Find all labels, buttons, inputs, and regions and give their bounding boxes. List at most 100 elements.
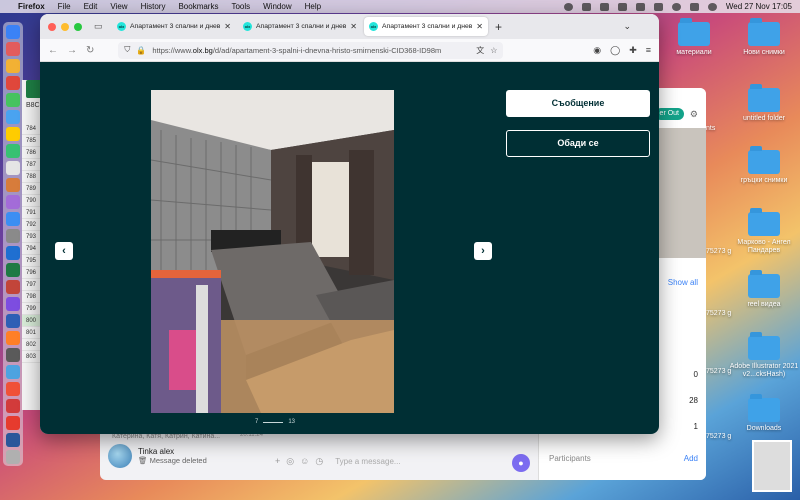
listing-photo[interactable] <box>151 90 394 413</box>
podcasts-icon[interactable] <box>6 195 20 209</box>
desktop-folder-reel-videos[interactable]: reel видеа <box>728 270 800 309</box>
menu-history[interactable]: History <box>141 2 166 11</box>
sticker-icon[interactable]: ☺ <box>300 456 309 466</box>
desktop-folder-markovo[interactable]: Марково - Ангел Пандарев <box>728 208 800 256</box>
toolbar-icons: ◉ ◯ ✚ ≡ <box>593 45 651 56</box>
messages-icon[interactable] <box>6 93 20 107</box>
menubar-clock[interactable]: Wed 27 Nov 17:05 <box>726 2 792 11</box>
browser-tab[interactable]: olx Апартамент 3 спални и днев ✕ <box>112 17 236 36</box>
menu-bookmarks[interactable]: Bookmarks <box>178 2 218 11</box>
shield-icon[interactable]: ⛉ <box>124 45 130 55</box>
tab-overview-icon[interactable]: ▭ <box>94 21 104 32</box>
acrobat-icon[interactable] <box>6 399 20 413</box>
chat-list-item[interactable]: Tinka alex 🗑 Message deleted <box>108 444 207 468</box>
word-icon[interactable] <box>6 246 20 260</box>
next-photo-button[interactable]: › <box>474 242 492 260</box>
timer-icon[interactable]: ◷ <box>315 456 323 467</box>
add-participant-link[interactable]: Add <box>684 454 698 463</box>
forward-arrow-icon[interactable]: → <box>67 45 77 56</box>
music-icon[interactable] <box>6 382 20 396</box>
bluetooth-icon[interactable] <box>617 2 627 11</box>
bookmark-star-icon[interactable]: ☆ <box>490 46 497 55</box>
chevron-down-icon[interactable]: ⌄ <box>623 21 631 32</box>
notes-icon[interactable] <box>6 178 20 192</box>
appstore-icon[interactable] <box>6 212 20 226</box>
desktop-folder-downloads[interactable]: Downloads <box>728 394 800 433</box>
trash-icon[interactable] <box>6 450 20 464</box>
outlook-icon[interactable] <box>6 433 20 447</box>
zoom-window-button[interactable] <box>74 22 82 31</box>
url-bar[interactable]: ⛉ 🔒 https://www.olx.bg/d/ad/apartament-3… <box>118 41 504 59</box>
viber-icon[interactable] <box>6 297 20 311</box>
menu-app-name[interactable]: Firefox <box>18 2 45 11</box>
browser-tab-active[interactable]: olx Апартамент 3 спални и днев ✕ <box>364 17 488 36</box>
brave-icon[interactable] <box>6 416 20 430</box>
previous-photo-button[interactable]: ‹ <box>55 242 73 260</box>
browser-tab[interactable]: olx Апартамент 3 спални и днев ✕ <box>238 17 362 36</box>
translate-icon[interactable]: 文 <box>476 45 484 56</box>
menu-help[interactable]: Help <box>305 2 321 11</box>
terminal-icon[interactable] <box>6 348 20 362</box>
gear-icon[interactable]: ⚙ <box>690 109 698 120</box>
preview-icon[interactable] <box>6 365 20 379</box>
lock-icon[interactable]: 🔒 <box>136 46 146 55</box>
photos-icon[interactable] <box>6 127 20 141</box>
close-icon[interactable]: ✕ <box>224 22 231 31</box>
menu-icon[interactable]: ≡ <box>646 45 651 56</box>
menu-tools[interactable]: Tools <box>231 2 250 11</box>
teams-icon[interactable] <box>6 314 20 328</box>
close-icon[interactable]: ✕ <box>350 22 357 31</box>
trash-icon: 🗑 <box>138 456 148 465</box>
sidebar-icon[interactable] <box>599 2 609 11</box>
total-photo-number: 13 <box>288 419 296 425</box>
calendar-icon[interactable] <box>6 161 20 175</box>
powerpoint-icon[interactable] <box>6 280 20 294</box>
vlc-icon[interactable] <box>6 331 20 345</box>
back-arrow-icon[interactable]: ← <box>48 45 58 56</box>
extensions-icon[interactable]: ✚ <box>629 45 637 56</box>
settings-icon[interactable] <box>6 229 20 243</box>
firefox-icon[interactable] <box>6 76 20 90</box>
desktop-folder-illustrator[interactable]: Adobe Illustrator 2021 v2...cksHash) <box>728 332 800 380</box>
reload-icon[interactable]: ↻ <box>86 45 94 56</box>
launchpad-icon[interactable] <box>6 42 20 56</box>
menu-bar: Firefox File Edit View History Bookmarks… <box>0 0 800 13</box>
menu-edit[interactable]: Edit <box>84 2 98 11</box>
menu-file[interactable]: File <box>58 2 71 11</box>
call-button[interactable]: Обади се <box>506 130 650 157</box>
desktop-folder-greek-photos[interactable]: гръцки снимки <box>728 146 800 185</box>
desktop-partial-label: 75273 g <box>706 310 732 317</box>
pocket-icon[interactable]: ◉ <box>593 45 601 56</box>
desktop-folder-new-photos[interactable]: Нови снимки <box>728 18 800 57</box>
record-icon[interactable] <box>581 2 591 11</box>
search-icon[interactable] <box>671 2 681 11</box>
gif-icon[interactable]: ◎ <box>286 456 294 467</box>
plus-icon[interactable]: + <box>275 456 280 466</box>
skype-icon[interactable] <box>563 2 573 11</box>
excel-icon[interactable] <box>6 263 20 277</box>
battery-icon[interactable] <box>635 2 645 11</box>
desktop-folder-materials[interactable]: материали <box>658 18 730 57</box>
desktop-folder-untitled[interactable]: untitled folder <box>728 84 800 123</box>
wifi-icon[interactable] <box>653 2 663 11</box>
new-tab-button[interactable]: + <box>495 20 502 34</box>
folder-icon <box>748 394 780 422</box>
chrome-icon[interactable] <box>6 59 20 73</box>
send-message-button[interactable]: Съобщение <box>506 90 650 117</box>
browser-window: ▭ olx Апартамент 3 спални и днев ✕ olx А… <box>40 14 659 434</box>
siri-icon[interactable] <box>707 2 717 11</box>
close-window-button[interactable] <box>48 22 56 31</box>
menu-view[interactable]: View <box>110 2 127 11</box>
message-input[interactable]: Type a message... <box>335 457 400 466</box>
mail-icon[interactable] <box>6 110 20 124</box>
control-center-icon[interactable] <box>689 2 699 11</box>
account-icon[interactable]: ◯ <box>610 45 620 56</box>
desktop-screenshot-thumbnail[interactable] <box>736 440 800 492</box>
close-icon[interactable]: ✕ <box>476 22 483 31</box>
minimize-window-button[interactable] <box>61 22 69 31</box>
microphone-icon[interactable]: ● <box>512 454 530 472</box>
menu-window[interactable]: Window <box>263 2 291 11</box>
finder-icon[interactable] <box>6 25 20 39</box>
show-all-link[interactable]: Show all <box>668 278 698 287</box>
facetime-icon[interactable] <box>6 144 20 158</box>
